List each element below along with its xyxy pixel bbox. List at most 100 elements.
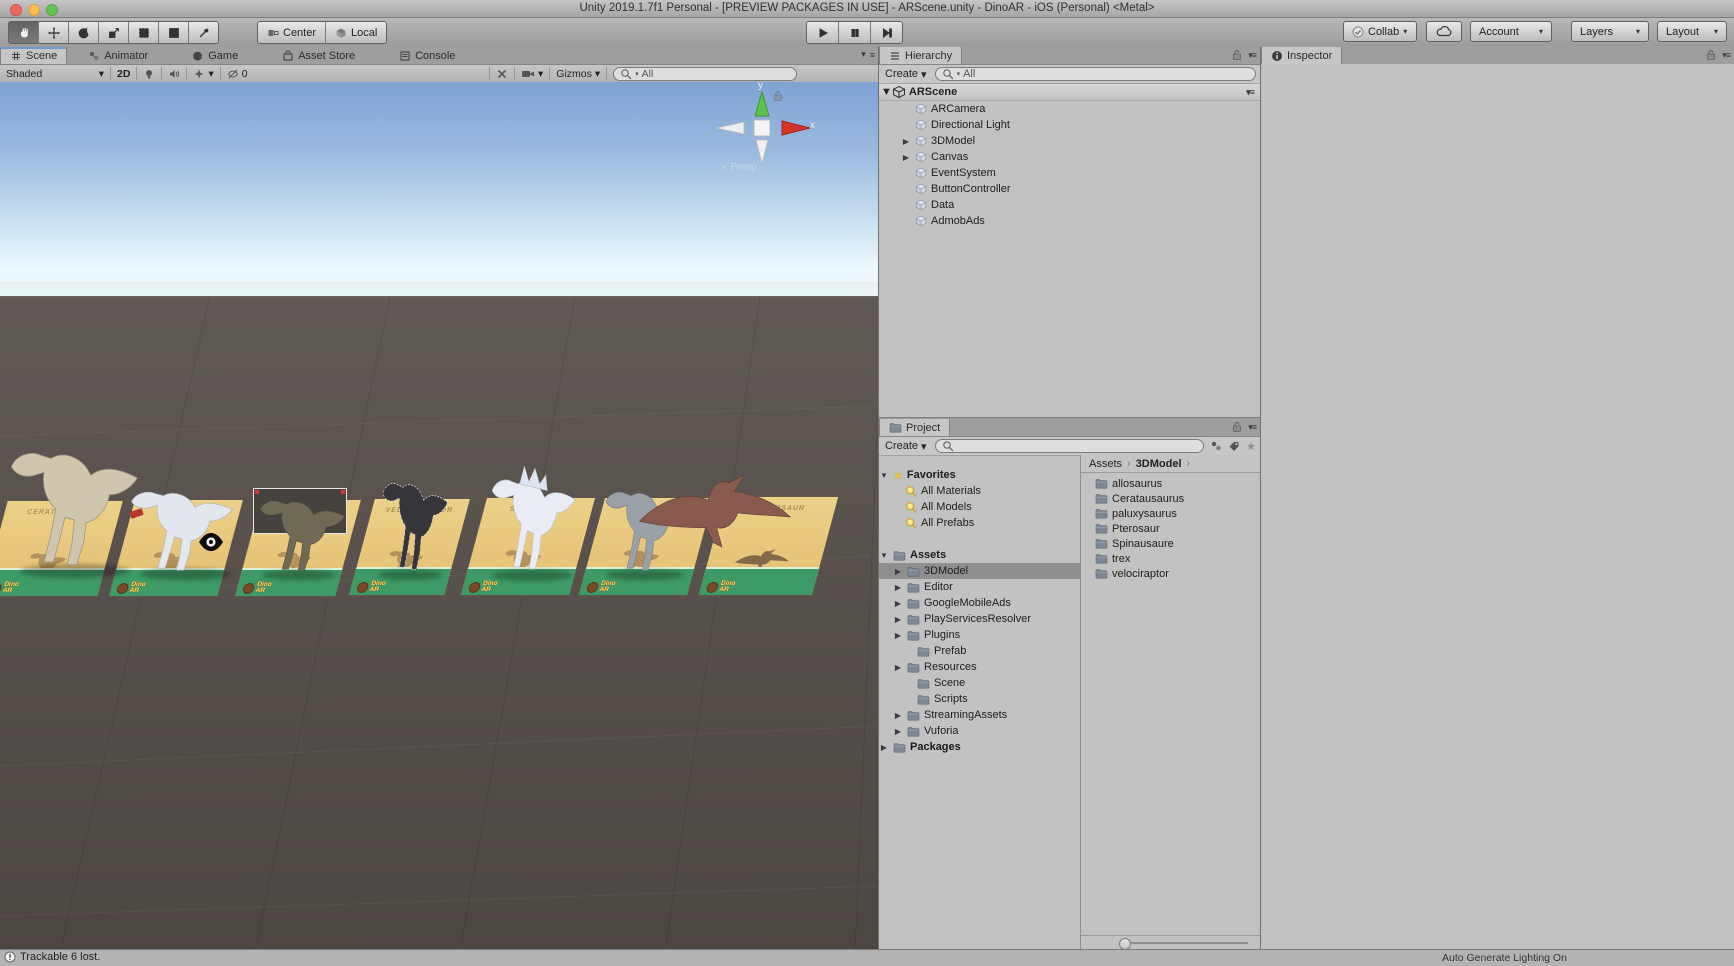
asset-folder-item[interactable]: velociraptor — [1081, 566, 1260, 581]
dock-menu-icon[interactable]: ≡ — [870, 50, 874, 60]
lock-icon[interactable] — [1705, 49, 1717, 61]
lighting-toggle[interactable] — [137, 67, 162, 80]
foldout-arrow[interactable]: ▶ — [893, 663, 903, 672]
scene-root-row[interactable]: ▼ ARScene ▾≡ — [879, 84, 1260, 101]
step-button[interactable] — [871, 22, 902, 43]
thumbnail-size-slider[interactable] — [1123, 942, 1248, 944]
foldout-arrow[interactable]: ▶ — [893, 599, 903, 608]
dinosaur-model-paluxysaurus[interactable] — [254, 490, 348, 578]
status-message[interactable]: Trackable 6 lost. — [20, 951, 100, 963]
project-tree-item[interactable]: ▶ PlayServicesResolver — [879, 611, 1080, 627]
asset-folder-item[interactable]: Ceratausaurus — [1081, 491, 1260, 506]
asset-folder-item[interactable]: paluxysaurus — [1081, 506, 1260, 521]
scene-visibility-toggle[interactable]: 0 — [221, 67, 254, 80]
project-tree-item[interactable]: ▶ StreamingAssets — [879, 707, 1080, 723]
foldout-arrow[interactable]: ▼ — [879, 471, 889, 480]
favorites-root[interactable]: ▼ ★ Favorites — [879, 467, 1080, 483]
foldout-arrow[interactable]: ▶ — [893, 727, 903, 736]
favorite-item[interactable]: All Prefabs — [879, 515, 1080, 531]
cloud-services-button[interactable] — [1426, 21, 1462, 42]
hierarchy-create-dropdown[interactable]: Create ▾ — [883, 68, 929, 81]
custom-tool-button[interactable] — [189, 22, 218, 43]
dock-dropdown-icon[interactable]: ▾ — [861, 49, 865, 60]
foldout-arrow[interactable]: ▶ — [879, 743, 889, 752]
project-create-dropdown[interactable]: Create ▾ — [883, 440, 929, 453]
draw-mode-dropdown[interactable]: Shaded ▾ — [0, 67, 111, 80]
scene-search-input[interactable]: ▾ All — [613, 67, 797, 81]
rotate-tool-button[interactable] — [69, 22, 99, 43]
hierarchy-item[interactable]: EventSystem — [879, 165, 1260, 181]
foldout-arrow[interactable]: ▶ — [901, 137, 911, 146]
breadcrumb-3dmodel[interactable]: 3DModel — [1136, 458, 1182, 470]
hand-tool-button[interactable] — [9, 22, 39, 43]
favorite-star-icon[interactable]: ★ — [1246, 440, 1256, 453]
play-button[interactable] — [807, 22, 839, 43]
effects-dropdown[interactable]: ▾ — [187, 67, 220, 80]
foldout-arrow[interactable]: ▶ — [893, 711, 903, 720]
search-by-label-icon[interactable] — [1228, 440, 1240, 452]
gizmos-dropdown[interactable]: Gizmos ▾ — [550, 67, 607, 80]
asset-folder-item[interactable]: trex — [1081, 551, 1260, 566]
foldout-arrow[interactable]: ▶ — [893, 615, 903, 624]
foldout-arrow[interactable]: ▼ — [879, 551, 889, 560]
transform-tool-button[interactable] — [159, 22, 189, 43]
panel-menu-icon[interactable]: ▾≡ — [1248, 50, 1256, 61]
rect-tool-button[interactable] — [129, 22, 159, 43]
project-tree-item[interactable]: ▶ Resources — [879, 659, 1080, 675]
hierarchy-item[interactable]: Data — [879, 197, 1260, 213]
panel-menu-icon[interactable]: ▾≡ — [1248, 422, 1256, 433]
project-tree-item[interactable]: ▶ GoogleMobileAds — [879, 595, 1080, 611]
foldout-arrow[interactable]: ▶ — [893, 583, 903, 592]
project-tree-item[interactable]: ▶ Vuforia — [879, 723, 1080, 739]
hierarchy-item[interactable]: ButtonController — [879, 181, 1260, 197]
space-toggle-button[interactable]: Local — [326, 22, 386, 43]
dinosaur-model-velociraptor[interactable] — [378, 470, 450, 578]
component-tools-button[interactable] — [489, 67, 515, 80]
tab-asset-store[interactable]: Asset Store — [273, 47, 364, 64]
hierarchy-item[interactable]: ▶ Canvas — [879, 149, 1260, 165]
foldout-arrow[interactable]: ▶ — [893, 567, 903, 576]
tab-console[interactable]: Console — [390, 47, 464, 64]
packages-root[interactable]: ▶ Packages — [879, 739, 1080, 755]
audio-toggle[interactable] — [162, 67, 187, 80]
project-tree-item-3dmodel[interactable]: ▶ 3DModel — [879, 563, 1080, 579]
project-search-input[interactable] — [935, 439, 1205, 453]
persp-toggle[interactable]: < Persp — [722, 162, 757, 173]
favorite-item[interactable]: All Models — [879, 499, 1080, 515]
tab-project[interactable]: Project — [879, 419, 950, 436]
hierarchy-search-input[interactable]: ▾ All — [935, 67, 1256, 81]
scene-row-menu-icon[interactable]: ▾≡ — [1246, 87, 1254, 98]
search-by-type-icon[interactable] — [1210, 440, 1222, 452]
hierarchy-item[interactable]: ▶ 3DModel — [879, 133, 1260, 149]
status-bar[interactable]: Trackable 6 lost. Auto Generate Lighting… — [0, 949, 1734, 966]
pivot-toggle-button[interactable]: Center — [258, 22, 326, 43]
breadcrumb-assets[interactable]: Assets — [1089, 458, 1122, 470]
lock-icon[interactable] — [1231, 421, 1243, 433]
account-dropdown[interactable]: Account ▾ — [1470, 21, 1552, 42]
panel-menu-icon[interactable]: ▾≡ — [1722, 50, 1730, 61]
hierarchy-item[interactable]: AdmobAds — [879, 213, 1260, 229]
project-tree-item[interactable]: Prefab — [879, 643, 1080, 659]
tab-hierarchy[interactable]: Hierarchy — [879, 47, 962, 64]
assets-root[interactable]: ▼ Assets — [879, 547, 1080, 563]
tab-scene[interactable]: Scene — [0, 47, 67, 64]
foldout-arrow[interactable]: ▶ — [901, 153, 911, 162]
tab-animator[interactable]: Animator — [79, 47, 157, 64]
scene-camera-dropdown[interactable]: ▾ — [515, 67, 550, 80]
hierarchy-item[interactable]: Directional Light — [879, 117, 1260, 133]
project-tree-item[interactable]: ▶ Plugins — [879, 627, 1080, 643]
tab-inspector[interactable]: Inspector — [1261, 47, 1342, 64]
foldout-arrow[interactable]: ▼ — [881, 86, 892, 98]
layout-dropdown[interactable]: Layout ▾ — [1657, 21, 1727, 42]
project-tree-item[interactable]: ▶ Editor — [879, 579, 1080, 595]
layers-dropdown[interactable]: Layers ▾ — [1571, 21, 1649, 42]
tab-game[interactable]: Game — [183, 47, 247, 64]
foldout-arrow[interactable]: ▶ — [893, 631, 903, 640]
project-tree-item[interactable]: Scripts — [879, 691, 1080, 707]
2d-toggle[interactable]: 2D — [111, 67, 137, 80]
move-tool-button[interactable] — [39, 22, 69, 43]
asset-folder-item[interactable]: allosaurus — [1081, 476, 1260, 491]
hierarchy-item[interactable]: ARCamera — [879, 101, 1260, 117]
gizmo-lock-icon[interactable] — [772, 90, 784, 102]
dinosaur-model-ceratosaurus[interactable] — [2, 436, 142, 576]
